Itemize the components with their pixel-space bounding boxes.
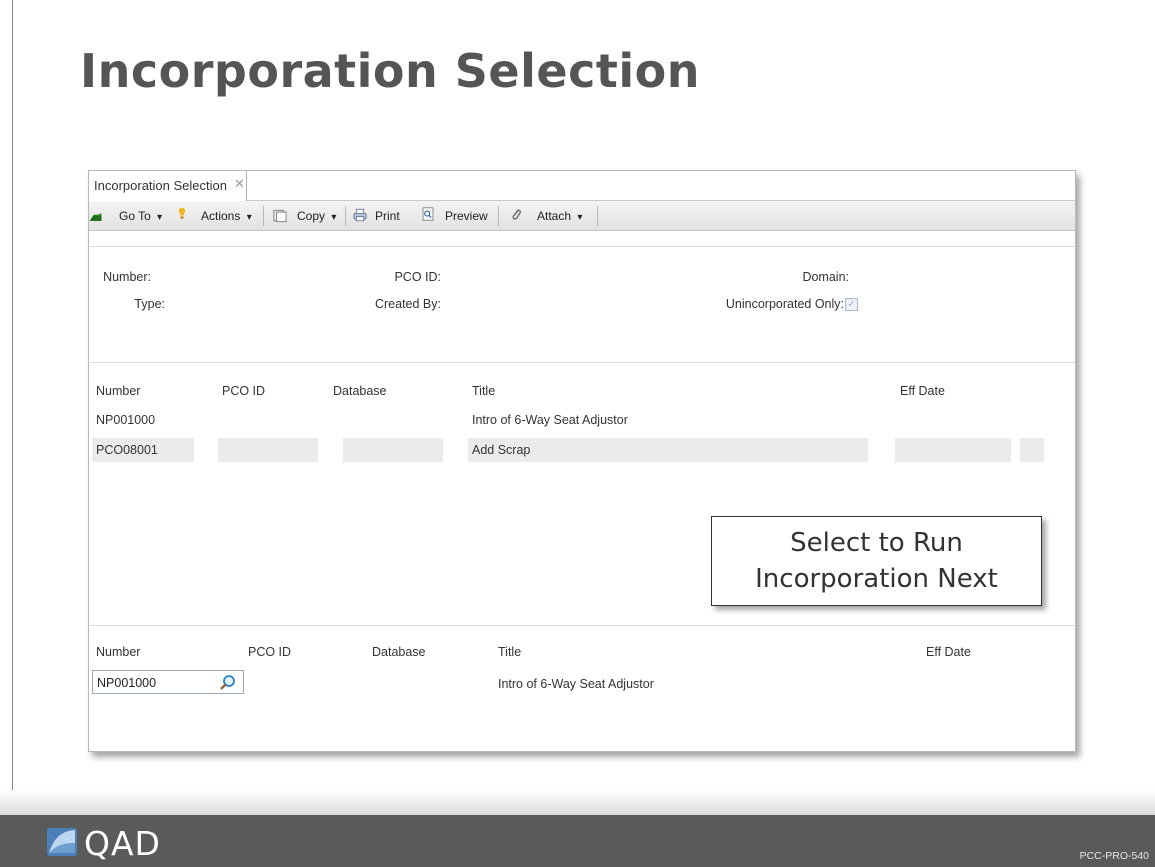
row-eff-date: [895, 438, 1011, 462]
next-header-database: Database: [372, 645, 426, 659]
attach-button[interactable]: Attach ▾: [537, 209, 582, 223]
row-pco-id: [218, 438, 318, 462]
row-database: [343, 438, 443, 462]
preview-icon: [422, 207, 434, 221]
created-by-label: Created By:: [374, 297, 441, 311]
next-number-value: NP001000: [97, 676, 157, 690]
callout-line-1: Select to Run: [790, 528, 963, 558]
row-title: Intro of 6-Way Seat Adjustor: [472, 413, 628, 427]
next-header-number: Number: [96, 645, 141, 659]
tab-incorporation-selection[interactable]: Incorporation Selection ✕: [89, 171, 247, 202]
footer-gradient: [0, 790, 1155, 816]
unincorporated-only-checkbox[interactable]: ✓: [845, 298, 858, 311]
pco-id-label: PCO ID:: [394, 270, 441, 284]
chevron-down-icon: ▾: [246, 212, 252, 223]
tab-label: Incorporation Selection: [94, 178, 227, 193]
lightbulb-icon: [178, 207, 186, 219]
attach-label: Attach: [537, 209, 572, 223]
row-title: Add Scrap: [468, 438, 868, 462]
actions-button[interactable]: Actions ▾: [201, 209, 252, 223]
goto-arrow-icon: [89, 213, 102, 221]
close-icon[interactable]: ✕: [234, 176, 245, 192]
row-number: NP001000: [96, 413, 156, 427]
next-title-value: Intro of 6-Way Seat Adjustor: [498, 677, 654, 691]
paperclip-icon: [512, 209, 521, 220]
number-label: Number:: [103, 270, 151, 284]
goto-label: Go To: [119, 209, 151, 223]
next-header-pco-id: PCO ID: [248, 645, 292, 659]
copy-label: Copy: [297, 209, 326, 223]
column-header-title[interactable]: Title: [472, 384, 495, 398]
column-header-database[interactable]: Database: [333, 384, 387, 398]
row-extra: [1020, 438, 1044, 462]
row-number: PCO08001: [92, 438, 194, 462]
footer-bar: [0, 815, 1155, 867]
domain-label: Domain:: [802, 270, 849, 284]
copy-button[interactable]: Copy ▾: [297, 209, 336, 223]
toolbar-separator: [263, 206, 264, 226]
magnifier-icon[interactable]: [219, 674, 237, 692]
next-header-title: Title: [498, 645, 522, 659]
chevron-down-icon: ▾: [157, 212, 163, 223]
print-button[interactable]: Print: [375, 209, 400, 223]
goto-button[interactable]: Go To ▾: [119, 209, 162, 223]
chevron-down-icon: ▾: [331, 212, 337, 223]
callout-box: Select to Run Incorporation Next: [711, 516, 1042, 606]
callout-line-2: Incorporation Next: [755, 564, 998, 594]
slide-title: Incorporation Selection: [80, 44, 700, 98]
tab-bar: Incorporation Selection ✕: [89, 171, 1075, 202]
actions-label: Actions: [201, 209, 241, 223]
copy-icon: [273, 209, 287, 223]
next-header-eff-date: Eff Date: [926, 645, 971, 659]
qad-logo-icon: [47, 828, 77, 856]
divider: [90, 625, 1075, 626]
toolbar: Go To ▾ Actions ▾ Copy ▾ Print Preview A…: [89, 201, 1075, 231]
column-header-pco-id[interactable]: PCO ID: [222, 384, 265, 398]
unincorporated-only-label: Unincorporated Only:: [725, 297, 844, 311]
toolbar-separator: [345, 206, 346, 226]
type-label: Type:: [134, 297, 165, 311]
preview-button[interactable]: Preview: [445, 209, 488, 223]
column-header-number[interactable]: Number: [96, 384, 140, 398]
column-header-eff-date[interactable]: Eff Date: [900, 384, 945, 398]
divider: [90, 246, 1075, 247]
print-icon: [353, 208, 367, 222]
toolbar-separator: [597, 206, 598, 226]
qad-brand-text: QAD: [84, 824, 161, 863]
next-number-input[interactable]: NP001000: [92, 670, 244, 694]
toolbar-separator: [498, 206, 499, 226]
slide-code: PCC-PRO-540: [1079, 850, 1149, 862]
divider: [90, 362, 1075, 363]
chevron-down-icon: ▾: [577, 212, 583, 223]
